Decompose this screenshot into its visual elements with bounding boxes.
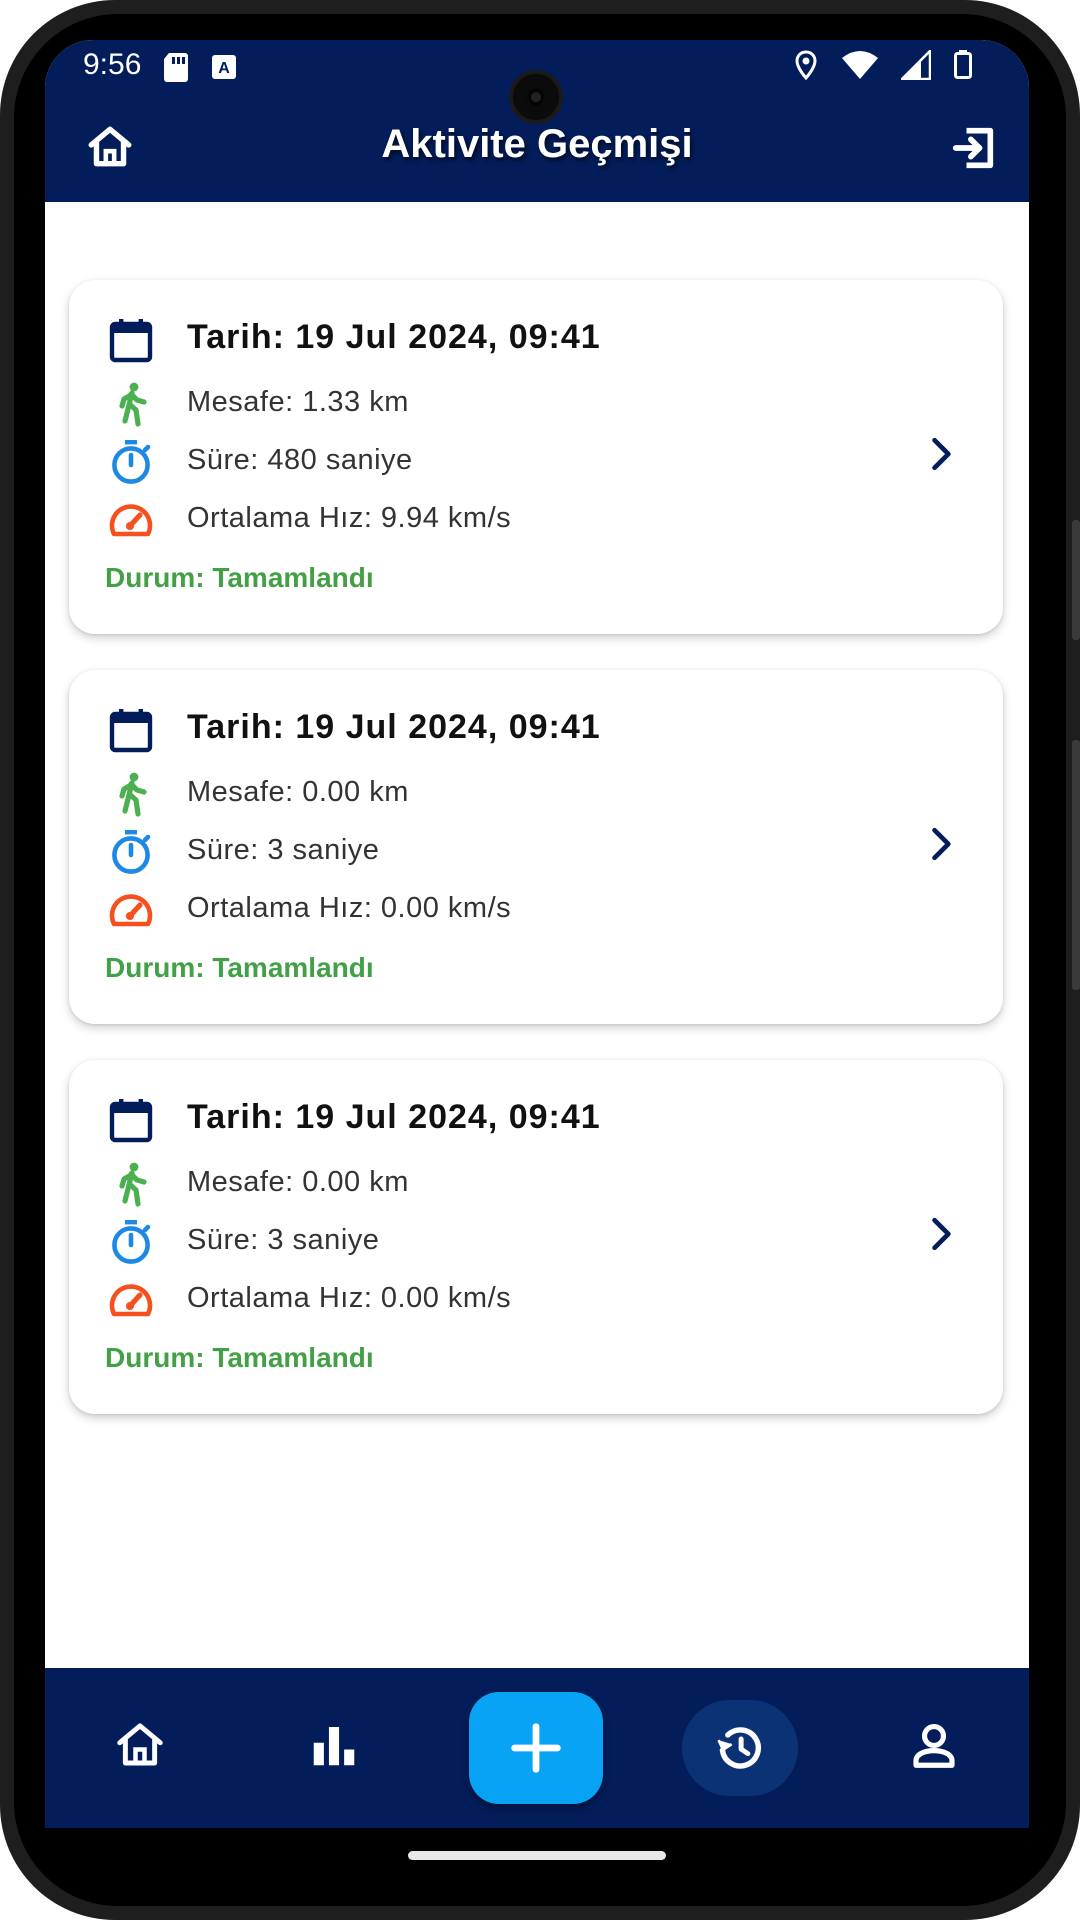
activity-avg-speed: Ortalama Hız: 0.00 km/s <box>187 892 512 924</box>
activity-distance: Mesafe: 1.33 km <box>187 386 409 418</box>
status-right-icons <box>793 50 973 80</box>
location-icon <box>795 50 817 80</box>
walking-icon <box>119 772 147 817</box>
app-bar: 9:56 A Aktivite Geçmişi <box>45 40 1029 202</box>
logout-icon[interactable] <box>947 122 999 174</box>
speedometer-icon <box>109 894 153 927</box>
page-title: Aktivite Geçmişi <box>381 122 693 166</box>
activity-date: Tarih: 19 Jul 2024, 09:41 <box>187 318 601 356</box>
add-activity-button[interactable] <box>469 1692 603 1804</box>
activity-status: Durum: Tamamlandı <box>105 952 374 983</box>
status-left-icons: A <box>163 52 239 82</box>
chevron-right-icon[interactable] <box>919 822 963 866</box>
phone-frame: 9:56 A Aktivite Geçmişi Tarih: 19 Jul 20… <box>0 0 1080 1920</box>
calendar-icon <box>109 319 153 363</box>
add-icon <box>511 1723 561 1773</box>
home-indicator[interactable] <box>408 1851 666 1860</box>
calendar-icon <box>109 709 153 753</box>
walking-icon <box>119 382 147 427</box>
timer-icon <box>112 830 151 874</box>
font-badge-icon: A <box>212 55 236 79</box>
status-time: 9:56 <box>83 48 142 81</box>
timer-icon <box>112 1220 151 1264</box>
sd-card-icon <box>164 53 188 82</box>
calendar-icon <box>109 1099 153 1143</box>
speedometer-icon <box>109 504 153 537</box>
activity-avg-speed: Ortalama Hız: 9.94 km/s <box>187 502 512 534</box>
nav-home-icon[interactable] <box>113 1718 167 1772</box>
activity-date: Tarih: 19 Jul 2024, 09:41 <box>187 1098 601 1136</box>
front-camera <box>509 70 563 124</box>
bottom-nav <box>45 1668 1029 1828</box>
chevron-right-icon[interactable] <box>919 432 963 476</box>
nav-history-button[interactable] <box>682 1700 798 1796</box>
activity-avg-speed: Ortalama Hız: 0.00 km/s <box>187 1282 512 1314</box>
activity-status: Durum: Tamamlandı <box>105 562 374 593</box>
history-icon <box>717 1727 761 1769</box>
timer-icon <box>112 440 151 484</box>
bar-chart-icon[interactable] <box>307 1718 361 1772</box>
activity-distance: Mesafe: 0.00 km <box>187 1166 409 1198</box>
power-button <box>1072 740 1080 990</box>
activity-distance: Mesafe: 0.00 km <box>187 776 409 808</box>
activity-duration: Süre: 3 saniye <box>187 1224 380 1256</box>
screen: 9:56 A Aktivite Geçmişi Tarih: 19 Jul 20… <box>45 40 1029 1828</box>
activity-duration: Süre: 3 saniye <box>187 834 380 866</box>
activity-status: Durum: Tamamlandı <box>105 1342 374 1373</box>
chevron-right-icon[interactable] <box>919 1212 963 1256</box>
speedometer-icon <box>109 1284 153 1317</box>
signal-icon <box>901 50 931 80</box>
wifi-icon <box>842 51 878 79</box>
battery-icon <box>954 50 972 79</box>
activity-card[interactable]: Tarih: 19 Jul 2024, 09:41 Mesafe: 0.00 k… <box>69 1060 1003 1414</box>
walking-icon <box>119 1162 147 1207</box>
volume-button <box>1072 520 1080 640</box>
svg-text:A: A <box>218 60 230 77</box>
activity-date: Tarih: 19 Jul 2024, 09:41 <box>187 708 601 746</box>
activity-duration: Süre: 480 saniye <box>187 444 413 476</box>
person-icon[interactable] <box>907 1718 961 1772</box>
activity-card[interactable]: Tarih: 19 Jul 2024, 09:41 Mesafe: 0.00 k… <box>69 670 1003 1024</box>
activity-card[interactable]: Tarih: 19 Jul 2024, 09:41 Mesafe: 1.33 k… <box>69 280 1003 634</box>
